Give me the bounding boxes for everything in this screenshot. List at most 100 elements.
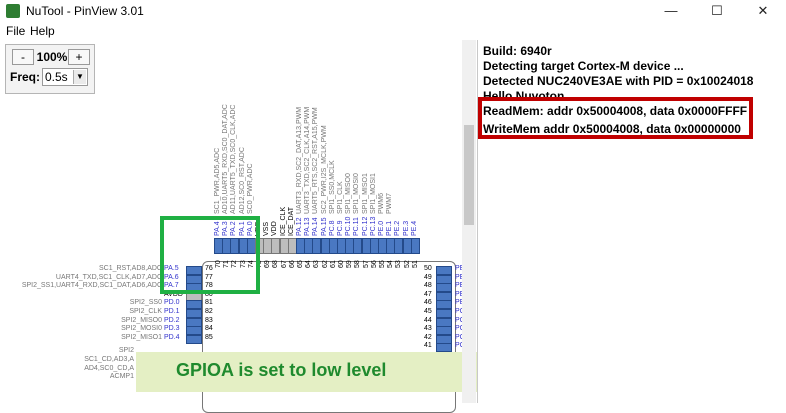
pin-function-label: SPI1_MOSI0 xyxy=(353,173,361,214)
pin-number: 65 xyxy=(297,260,304,268)
pin-name-label: PD.0 xyxy=(164,299,180,307)
pin-function-label: SPI1_SS0,MCLK xyxy=(328,160,336,214)
pin-number: 42 xyxy=(424,333,432,341)
pin-number: 48 xyxy=(424,282,432,290)
pin-number: 55 xyxy=(379,260,386,268)
pin-number: 43 xyxy=(424,325,432,333)
pin-name-label: PC.11 xyxy=(353,217,361,236)
pin-number: 81 xyxy=(205,299,213,307)
pin-number: 47 xyxy=(424,290,432,298)
pin-number: 52 xyxy=(403,260,411,268)
pin-number: 49 xyxy=(424,273,432,281)
pin-function-label: SC1_PWR,AD5,ADC xyxy=(214,147,221,214)
pin-function-label: SPI2_SS0 xyxy=(129,299,162,307)
pin-function-label: SC1_CD,AD3,A xyxy=(84,356,134,363)
pin-number: 57 xyxy=(362,260,370,268)
pin-function-label: SC2_PWR,I2S_MCLK,PWM xyxy=(320,125,328,214)
pin-name-label: PD.3 xyxy=(164,325,180,333)
freq-select[interactable]: 0.5s ▼ xyxy=(42,68,88,86)
gpioa-highlight-box xyxy=(160,216,260,294)
pin-name-label: VSS xyxy=(263,221,271,236)
pin-number: 82 xyxy=(205,308,213,315)
pin-number: 41 xyxy=(424,342,432,350)
pin-number: 64 xyxy=(305,260,313,268)
pin-number: 61 xyxy=(329,260,337,268)
pin-name-label: PE.1 xyxy=(386,220,394,236)
zoom-level: 100% xyxy=(36,50,68,64)
scrollbar-thumb[interactable] xyxy=(464,125,474,225)
pin-function-label: SPI2_SS1,UART4_RXD,SC1_DAT,AD6,ADC xyxy=(21,282,162,290)
pin-function-label: ACMP1 xyxy=(109,373,134,381)
pin-function-label: UART4_TXD,SC1_CLK,AD7,ADC xyxy=(55,273,162,281)
pin-name-label: PE.2 xyxy=(394,220,402,236)
pin-number: 84 xyxy=(205,325,213,333)
pin-pd-4[interactable] xyxy=(186,334,202,344)
pin-name-label: PD.2 xyxy=(164,316,180,324)
menu-file[interactable]: File xyxy=(6,24,25,38)
pin-function-label: AD4,SC0_CD,A xyxy=(84,364,134,372)
chevron-down-icon[interactable]: ▼ xyxy=(73,70,86,84)
close-button[interactable]: ✕ xyxy=(740,0,786,22)
pin-function-label: SC0_PWR,ADC xyxy=(246,163,254,214)
pin-name-label: PE.0 xyxy=(378,220,385,236)
pin-function-label: AD10,UART5_RXD,SC0_DAT,ADC xyxy=(222,104,230,214)
vertical-scrollbar[interactable] xyxy=(462,40,476,403)
pin-name-label: PC.9 xyxy=(337,220,344,236)
pin-function-label: SPI1_CLK xyxy=(337,181,344,214)
pin-function-label: UART3_TXD,SC2_CLK,A14,PWM xyxy=(304,106,312,214)
pin-number: 67 xyxy=(280,260,288,268)
pin-number: 83 xyxy=(205,316,213,324)
menu-help[interactable]: Help xyxy=(30,24,55,38)
pin-name-label: PA.12 xyxy=(296,217,303,236)
menu-bar: File Help xyxy=(0,22,786,40)
pin-pe-4[interactable] xyxy=(410,238,420,254)
pin-function-label: SPI2_MISO0 xyxy=(121,316,162,324)
pin-function-label: UART5_RTS,SC2_RST,A15,PWM xyxy=(312,107,320,214)
pin-function-label: UART3_RXD,SC2_DAT,A13,PWM xyxy=(296,106,303,214)
freq-value: 0.5s xyxy=(45,70,68,84)
pin-number: 59 xyxy=(346,260,354,268)
pin-function-label: SPI2_MISO1 xyxy=(121,333,162,341)
pin-name-label: PA.15 xyxy=(320,217,328,236)
pin-name-label: ICE_CLK xyxy=(279,206,287,236)
pin-number: 60 xyxy=(338,260,345,268)
pin-number: 45 xyxy=(424,308,432,315)
pin-number: 46 xyxy=(424,299,432,307)
pin-name-label: PC.12 xyxy=(361,216,369,236)
log-panel: Build: 6940r Detecting target Cortex-M d… xyxy=(477,40,786,403)
minimize-button[interactable]: — xyxy=(648,0,694,22)
title-bar: NuTool - PinView 3.01 — ☐ ✕ xyxy=(0,0,786,23)
pin-number: 62 xyxy=(321,260,329,268)
pin-name-label: ICE_DAT xyxy=(287,206,295,236)
zoom-out-button[interactable]: - xyxy=(12,49,34,65)
pin-function-label: AD12,SC0_RST,ADC xyxy=(238,147,246,214)
pin-number: 56 xyxy=(370,260,378,268)
log-line: Detected NUC240VE3AE with PID = 0x100240… xyxy=(483,74,754,88)
pin-function-label: SPI1_MOSI1 xyxy=(369,173,377,214)
callout-text: GPIOA is set to low level xyxy=(176,360,387,380)
pin-number: 85 xyxy=(205,333,213,341)
log-line: Build: 6940r xyxy=(483,44,552,58)
pin-name-label: PD.4 xyxy=(164,333,180,341)
pin-function-label: SPI2 xyxy=(118,347,134,355)
pin-name-label: PA.14 xyxy=(312,217,320,236)
pin-name-label: PD.1 xyxy=(164,308,180,315)
pin-function-label: SPI1_MISO0 xyxy=(345,173,353,214)
pin-name-label: PE.3 xyxy=(402,220,410,236)
pin-number: 51 xyxy=(411,260,419,268)
pin-function-label: SPI2_MOSI0 xyxy=(121,325,162,333)
pin-name-label: PC.8 xyxy=(328,220,336,236)
zoom-in-button[interactable]: + xyxy=(68,49,90,65)
freq-label: Freq: xyxy=(10,70,40,84)
window-title: NuTool - PinView 3.01 xyxy=(26,4,144,18)
pin-function-label: PWM7 xyxy=(386,193,394,214)
memory-access-highlight-box xyxy=(478,97,753,139)
log-line: Detecting target Cortex-M device ... xyxy=(483,59,684,73)
pin-name-label: PC.10 xyxy=(345,216,353,236)
pin-name-label: VDD xyxy=(271,221,279,236)
maximize-button[interactable]: ☐ xyxy=(694,0,740,22)
pin-number: 68 xyxy=(272,260,280,268)
pin-number: 54 xyxy=(387,260,395,268)
pin-function-label: PWM6 xyxy=(378,193,385,214)
app-icon xyxy=(6,4,20,18)
